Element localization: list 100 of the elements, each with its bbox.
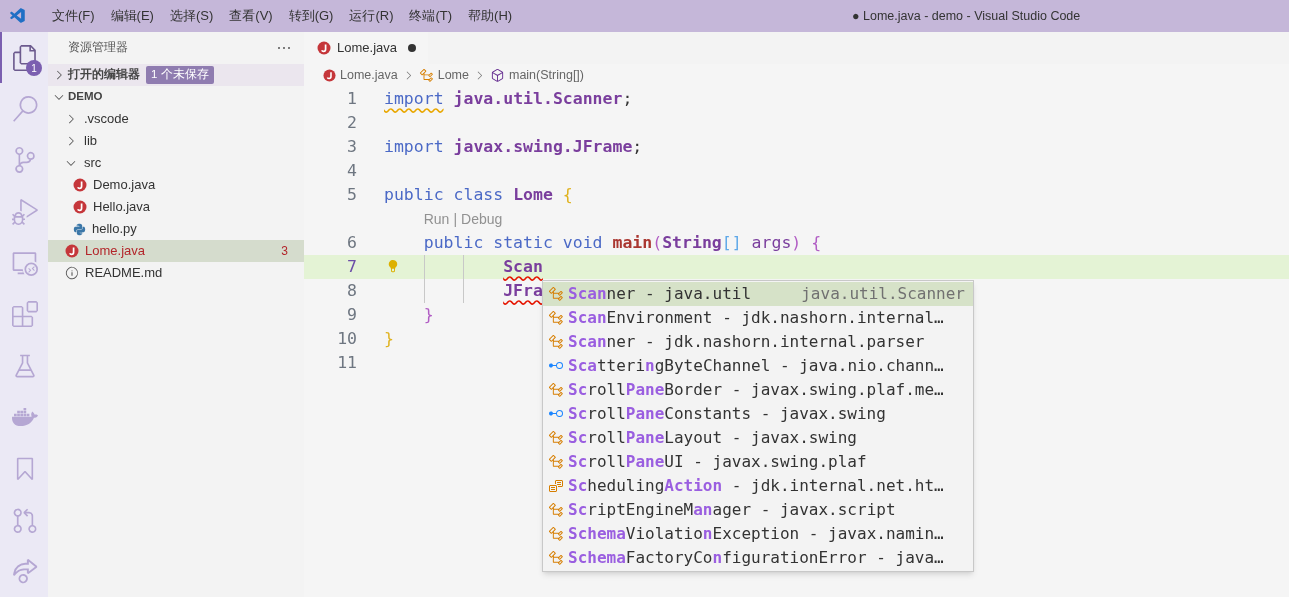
class-icon (548, 502, 565, 518)
file-name: Lome.java (85, 242, 145, 261)
code-line: import java.util.Scanner; (384, 87, 633, 110)
live-share-icon (12, 558, 38, 585)
sidebar-title: 资源管理器 (68, 40, 128, 56)
folder-item[interactable]: lib (48, 130, 304, 152)
breadcrumb-item[interactable]: Lome (437, 66, 469, 85)
code-line: import javax.swing.JFrame; (384, 135, 643, 158)
class-icon (548, 286, 565, 302)
suggestion-label: ScriptEngineManager - javax.script (568, 499, 896, 521)
java-file-icon (73, 200, 87, 214)
suggestion-label: Scanner - jdk.nashorn.internal.parser (568, 331, 925, 353)
code-line: } (384, 327, 394, 350)
suggestion-item[interactable]: Scanner - jdk.nashorn.internal.parser (543, 330, 973, 354)
menu-item[interactable]: 文件(F) (44, 6, 103, 26)
suggestion-label: ScrollPaneUI - javax.swing.plaf (568, 451, 867, 473)
suggestion-item[interactable]: ScrollPaneUI - javax.swing.plaf (543, 450, 973, 474)
suggestion-label: Scanner - java.util (568, 283, 752, 305)
source-control-icon (12, 147, 38, 174)
suggestion-item[interactable]: ScrollPaneConstants - javax.swing (543, 402, 973, 426)
suggestion-item[interactable]: SchedulingAction - jdk.internal.net.ht… (543, 474, 973, 498)
suggestion-label: ScrollPaneConstants - javax.swing (568, 403, 886, 425)
menu-item[interactable]: 帮助(H) (460, 6, 521, 26)
code-line: Scan (503, 255, 543, 278)
search-icon (12, 96, 38, 123)
menu-item[interactable]: 查看(V) (221, 6, 281, 26)
suggestion-item[interactable]: ScrollPaneBorder - javax.swing.plaf.me… (543, 378, 973, 402)
file-name: .vscode (84, 110, 129, 129)
code-line: public static void main(String[] args) { (423, 231, 822, 254)
class-icon (548, 454, 565, 470)
class-icon (548, 382, 565, 398)
folder-item[interactable]: .vscode (48, 108, 304, 130)
menu-item[interactable]: 运行(R) (341, 6, 402, 26)
menu-item[interactable]: 选择(S) (161, 6, 222, 26)
problem-count: 3 (281, 243, 288, 260)
menu-item[interactable]: 编辑(E) (102, 6, 162, 26)
breadcrumb-item[interactable]: main(String[]) (508, 66, 584, 85)
suggestion-item[interactable]: SchemaViolationException - javax.namin… (543, 522, 973, 546)
file-item[interactable]: Demo.java (48, 174, 304, 196)
file-item[interactable]: hello.py (48, 218, 304, 240)
file-name: lib (84, 132, 97, 151)
line-number: 1 (346, 87, 357, 110)
file-name: Hello.java (93, 198, 151, 217)
run-debug-icon (12, 198, 38, 225)
breadcrumb-item[interactable]: Lome.java (340, 66, 398, 85)
suggestion-item[interactable]: SchemaFactoryConfigurationError - java… (543, 546, 973, 570)
line-number: 7 (346, 255, 357, 278)
suggestion-label: ScatteringByteChannel - java.nio.chann… (568, 355, 944, 377)
python-icon (73, 222, 86, 236)
file-name: README.md (85, 264, 163, 283)
suggestion-label: SchedulingAction - jdk.internal.net.ht… (568, 475, 944, 497)
class-icon (548, 334, 565, 350)
menu-item[interactable]: 转到(G) (280, 6, 342, 26)
suggestion-item[interactable]: Scanner - java.util java.util.Scanner (543, 282, 973, 306)
code-line: public class Lome { (384, 183, 573, 206)
folder-item[interactable]: src (48, 152, 304, 174)
codelens-separator: | (453, 209, 458, 229)
suggestion-label: SchemaViolationException - javax.namin… (568, 523, 944, 545)
java-file-icon (65, 244, 79, 258)
notification-badge: 1 (26, 60, 42, 76)
line-number: 3 (346, 135, 357, 158)
class-icon (548, 550, 565, 566)
line-number: 11 (336, 351, 357, 374)
line-number: 5 (346, 183, 357, 206)
remote-monitor-icon (12, 250, 38, 277)
java-file-icon (73, 178, 87, 192)
line-number: 9 (346, 303, 357, 326)
line-number: 8 (346, 279, 357, 302)
suggestion-item[interactable]: ScanEnvironment - jdk.nashorn.internal… (543, 306, 973, 330)
suggestion-label: SchemaFactoryConfigurationError - java… (568, 547, 944, 569)
flask-icon (12, 352, 38, 379)
line-number: 4 (346, 159, 357, 182)
file-item[interactable]: Lome.java 3 (48, 240, 304, 262)
java-file-icon (323, 69, 336, 82)
line-number: 6 (346, 231, 357, 254)
suggestion-label: ScrollPaneLayout - javax.swing (568, 427, 857, 449)
section-header[interactable]: 打开的编辑器 1 个未保存 (48, 64, 304, 86)
java-file-icon (317, 41, 331, 55)
unsaved-badge: 1 个未保存 (146, 66, 214, 84)
section-header[interactable]: DEMO (48, 86, 304, 108)
class-icon (548, 526, 565, 542)
file-item[interactable]: Hello.java (48, 196, 304, 218)
info-icon (65, 266, 79, 280)
code-line: JFra (503, 279, 543, 302)
pull-request-icon (12, 506, 38, 533)
section-title: DEMO (68, 89, 103, 105)
suggestion-item[interactable]: ScrollPaneLayout - javax.swing (543, 426, 973, 450)
enum-icon (548, 478, 565, 494)
vscode-logo-icon (9, 7, 27, 25)
class-icon (548, 310, 565, 326)
suggestion-label: ScrollPaneBorder - javax.swing.plaf.me… (568, 379, 944, 401)
suggestion-item[interactable]: ScriptEngineManager - javax.script (543, 498, 973, 522)
file-name: hello.py (92, 220, 137, 239)
file-item[interactable]: README.md (48, 262, 304, 284)
suggestion-item[interactable]: ScatteringByteChannel - java.nio.chann… (543, 354, 973, 378)
class-icon (418, 68, 434, 83)
file-name: src (84, 154, 102, 173)
line-number: 2 (346, 111, 357, 134)
code-line: } (423, 303, 434, 326)
menu-item[interactable]: 终端(T) (401, 6, 461, 26)
